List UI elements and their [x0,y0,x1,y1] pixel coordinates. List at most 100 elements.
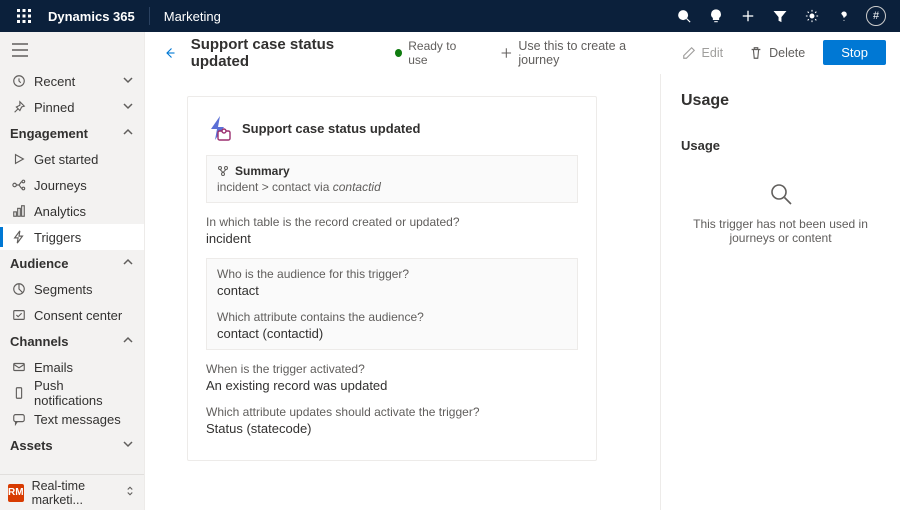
area-switcher-label: Real-time marketi... [32,479,116,507]
sidebar-item-emails[interactable]: Emails [0,354,144,380]
pin-icon [12,100,26,114]
sidebar-label: Engagement [10,126,88,141]
back-button[interactable] [159,41,181,65]
sidebar-item-recent[interactable]: Recent [0,68,144,94]
lightbulb-icon[interactable] [700,0,732,32]
journey-icon [12,178,26,192]
detail-pane: Support case status updated Summary inci… [145,74,660,510]
sidebar-item-texts[interactable]: Text messages [0,406,144,432]
usage-pane: Usage Usage This trigger has not been us… [660,74,900,510]
email-icon [12,360,26,374]
plus-icon[interactable] [732,0,764,32]
hamburger-icon[interactable] [0,32,144,68]
answer-which: Status (statecode) [206,421,578,436]
segments-icon [12,282,26,296]
question-when: When is the trigger activated? [206,362,578,376]
audience-box: Who is the audience for this trigger? co… [206,258,578,350]
trigger-event-icon [206,115,232,141]
button-label: Stop [841,45,868,60]
sidebar-label: Recent [34,74,75,89]
delete-button[interactable]: Delete [741,42,813,64]
chevron-up-icon [122,334,134,349]
chevron-down-icon [122,438,134,453]
answer-attribute: contact (contactid) [217,326,567,341]
help-icon[interactable] [828,0,860,32]
sidebar-label: Consent center [34,308,122,323]
usage-subheading: Usage [681,138,880,153]
button-label: Delete [769,46,805,60]
sidebar-item-journeys[interactable]: Journeys [0,172,144,198]
sidebar-section-audience[interactable]: Audience [0,250,144,276]
sidebar-section-assets[interactable]: Assets [0,432,144,458]
question-audience: Who is the audience for this trigger? [217,267,567,281]
sidebar-label: Audience [10,256,69,271]
sidebar-area-switcher[interactable]: RM Real-time marketi... [0,474,144,510]
gear-icon[interactable] [796,0,828,32]
page-title: Support case status updated [191,36,377,70]
area-badge: RM [8,484,24,502]
summary-label: Summary [235,164,290,178]
play-icon [12,152,26,166]
chevron-down-icon [122,74,134,89]
sidebar-item-analytics[interactable]: Analytics [0,198,144,224]
usage-heading: Usage [681,92,880,110]
status-dot-icon [395,49,402,57]
usage-empty-state: This trigger has not been used in journe… [681,183,880,245]
global-topbar: Dynamics 365 Marketing # [0,0,900,32]
sidebar-section-engagement[interactable]: Engagement [0,120,144,146]
edit-button[interactable]: Edit [674,42,732,64]
sidebar-item-pinned[interactable]: Pinned [0,94,144,120]
sidebar-item-get-started[interactable]: Get started [0,146,144,172]
sidebar-label: Text messages [34,412,121,427]
avatar-icon[interactable]: # [866,6,886,26]
trigger-icon [12,230,26,244]
summary-box: Summary incident > contact via contactid [206,155,578,203]
sidebar-label: Analytics [34,204,86,219]
filter-icon[interactable] [764,0,796,32]
summary-text: incident > contact via contactid [217,180,567,194]
sidebar-label: Pinned [34,100,74,115]
sidebar-label: Emails [34,360,73,375]
sidebar-label: Get started [34,152,98,167]
topbar-divider [149,7,150,25]
sidebar: Recent Pinned Engagement Get started Jou… [0,32,145,510]
chevron-up-icon [122,126,134,141]
answer-table: incident [206,231,578,246]
app-launcher-icon[interactable] [8,9,40,23]
area-label: Marketing [156,9,229,24]
sidebar-item-segments[interactable]: Segments [0,276,144,302]
sidebar-label: Triggers [34,230,81,245]
consent-icon [12,308,26,322]
push-icon [12,386,26,400]
button-label: Use this to create a journey [518,39,655,67]
status-text: Ready to use [408,39,471,67]
sidebar-item-consent[interactable]: Consent center [0,302,144,328]
clock-icon [12,74,26,88]
button-label: Edit [702,46,724,60]
sidebar-label: Segments [34,282,93,297]
sidebar-label: Journeys [34,178,87,193]
brand-label: Dynamics 365 [40,9,143,24]
chart-icon [12,204,26,218]
sidebar-item-triggers[interactable]: Triggers [0,224,144,250]
search-icon [770,183,792,205]
create-journey-button[interactable]: Use this to create a journey [492,35,664,71]
sidebar-label: Assets [10,438,53,453]
question-which: Which attribute updates should activate … [206,405,578,419]
answer-when: An existing record was updated [206,378,578,393]
sidebar-item-push[interactable]: Push notifications [0,380,144,406]
main: Support case status updated Ready to use… [145,32,900,510]
status-pill: Ready to use [395,39,472,67]
chevron-updown-icon [124,485,136,500]
search-icon[interactable] [668,0,700,32]
sidebar-label: Push notifications [34,378,134,408]
trigger-card: Support case status updated Summary inci… [187,96,597,461]
sidebar-section-channels[interactable]: Channels [0,328,144,354]
message-icon [12,412,26,426]
chevron-up-icon [122,256,134,271]
usage-empty-text: This trigger has not been used in journe… [681,217,880,245]
question-table: In which table is the record created or … [206,215,578,229]
stop-button[interactable]: Stop [823,40,886,65]
answer-audience: contact [217,283,567,298]
sidebar-label: Channels [10,334,69,349]
